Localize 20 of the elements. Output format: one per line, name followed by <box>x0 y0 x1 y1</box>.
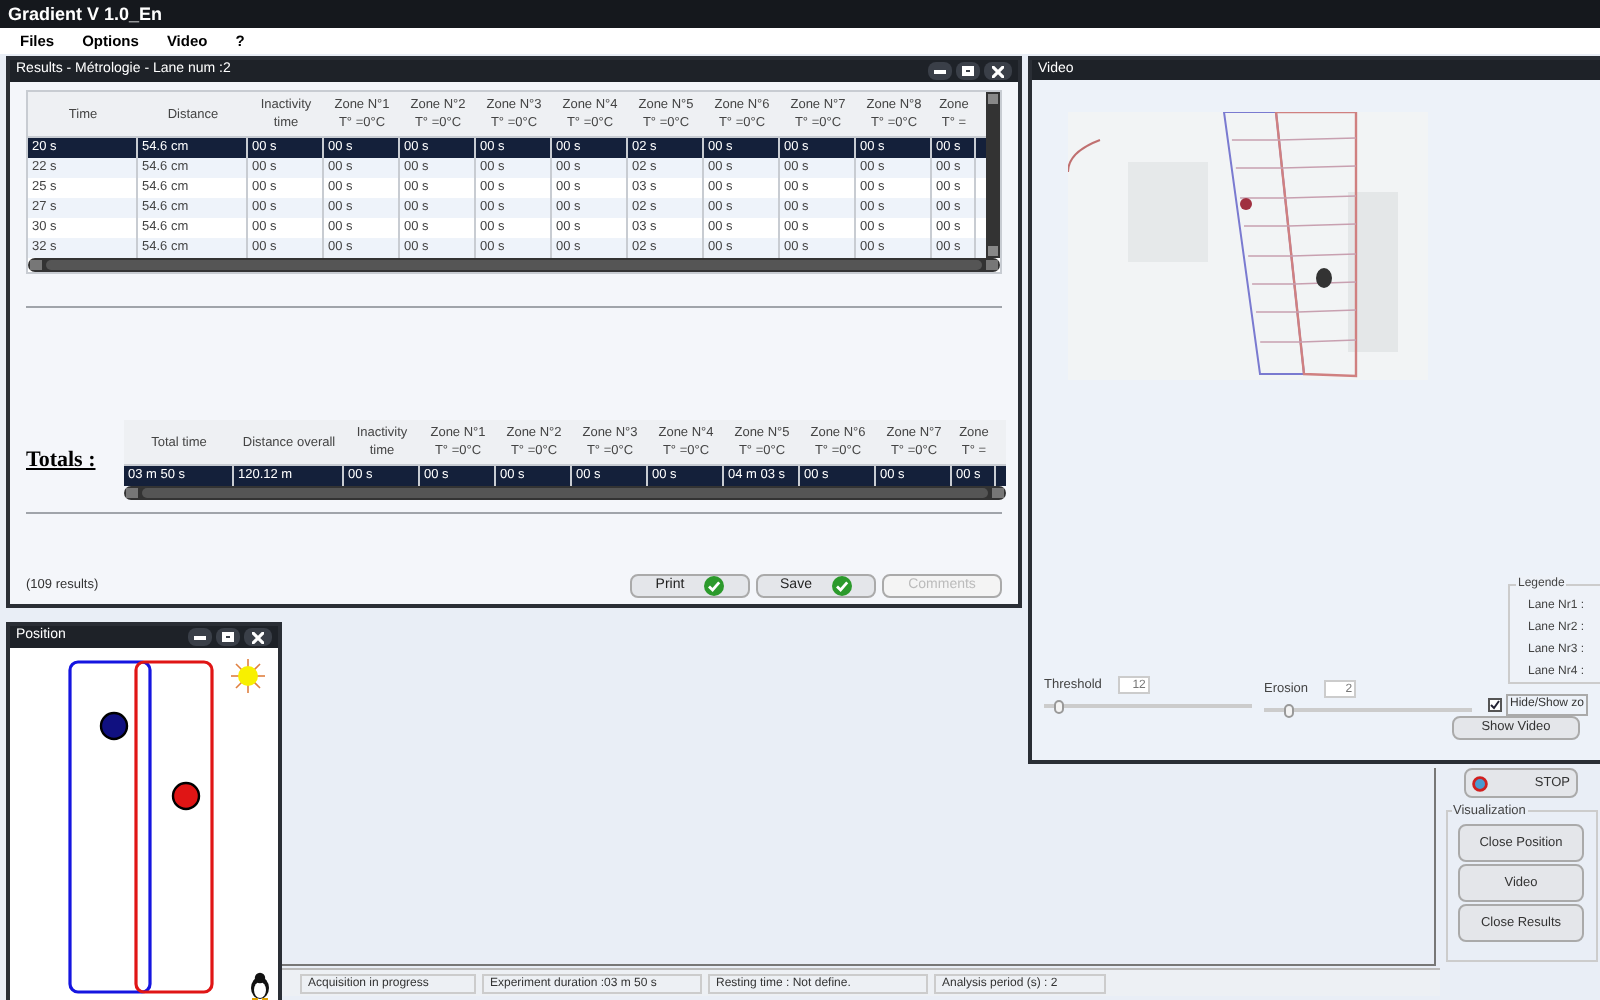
sun-icon <box>230 658 266 694</box>
horizontal-scrollbar[interactable] <box>124 486 1006 500</box>
title-bar: Gradient V 1.0_En <box>0 0 1600 28</box>
vertical-scrollbar[interactable] <box>986 92 1000 258</box>
slider-track[interactable] <box>1264 703 1472 718</box>
close-icon[interactable] <box>244 628 272 646</box>
check-icon <box>831 576 852 596</box>
slider-thumb[interactable] <box>1054 699 1065 714</box>
stop-icon <box>1472 775 1488 791</box>
close-icon[interactable] <box>984 62 1012 80</box>
maximize-icon[interactable] <box>216 628 240 646</box>
horizontal-scrollbar[interactable] <box>28 258 1000 272</box>
slider-track[interactable] <box>1044 699 1252 714</box>
minimize-icon[interactable] <box>188 628 212 646</box>
slider-thumb[interactable] <box>1284 703 1295 718</box>
check-icon <box>704 576 725 596</box>
checkbox[interactable] <box>1488 698 1502 712</box>
minimize-icon[interactable] <box>928 62 952 80</box>
totals-label: Totals : <box>26 445 98 476</box>
maximize-icon[interactable] <box>956 62 980 80</box>
